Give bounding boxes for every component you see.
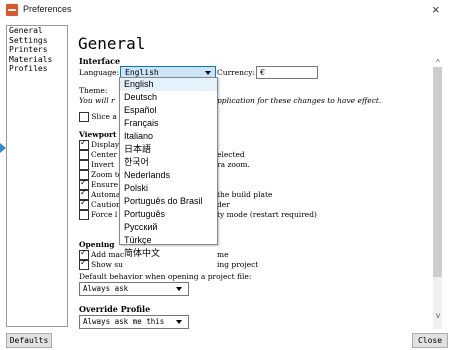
viewport-option-label: Display: [91, 140, 120, 149]
override-heading: Override Profile: [79, 304, 151, 314]
language-option[interactable]: English: [120, 78, 217, 91]
theme-label: Theme:: [79, 86, 108, 95]
chevron-down-icon: [176, 287, 182, 291]
chevron-down-icon: [176, 320, 182, 324]
restart-note-right: pplication for these changes to have eff…: [217, 96, 382, 105]
interface-heading: Interface: [79, 56, 121, 66]
language-option[interactable]: Português: [120, 208, 217, 221]
viewport-option-label: Force l: [91, 210, 118, 219]
viewport-option-label: Zoom to: [91, 170, 123, 179]
window-title: Preferences: [23, 4, 72, 14]
currency-input[interactable]: €: [256, 66, 318, 79]
default-behavior-label: Default behavior when opening a project …: [79, 272, 252, 281]
opening-option-label: Show su: [91, 260, 123, 269]
opening-checkbox[interactable]: [79, 258, 89, 270]
close-button[interactable]: Close: [412, 333, 448, 348]
sidebar-item-profiles[interactable]: Profiles: [7, 64, 67, 74]
viewport-checkbox[interactable]: [79, 198, 89, 210]
override-select[interactable]: Always ask me this: [79, 315, 189, 329]
language-option[interactable]: 한국어: [120, 156, 217, 169]
language-option[interactable]: Français: [120, 117, 217, 130]
slice-checkbox[interactable]: [79, 112, 89, 122]
viewport-option-label: Ensure: [91, 180, 119, 189]
sidebar-item-settings[interactable]: Settings: [7, 36, 67, 46]
close-icon[interactable]: ×: [432, 2, 440, 17]
viewport-option-label: Invert: [91, 160, 115, 169]
viewport-option-label-tail: ra zoom.: [217, 160, 250, 169]
chevron-down-icon: [205, 71, 211, 75]
scroll-down-icon[interactable]: v: [436, 311, 440, 320]
viewport-option: Center: [79, 150, 117, 160]
viewport-option-label-tail: der: [217, 200, 230, 209]
language-option[interactable]: Polski: [120, 182, 217, 195]
viewport-option-label: Center: [91, 150, 118, 159]
viewport-option-label-tail: elected: [217, 150, 245, 159]
override-value: Always ask me this: [83, 317, 165, 326]
sidebar-item-materials[interactable]: Materials: [7, 55, 67, 65]
viewport-option: Caution: [79, 198, 121, 210]
language-option[interactable]: 日本語: [120, 143, 217, 156]
opening-option: Show su: [79, 258, 123, 270]
restart-note-left: You will r: [79, 96, 115, 105]
sidebar-item-printers[interactable]: Printers: [7, 45, 67, 55]
language-option[interactable]: Русский: [120, 221, 217, 234]
viewport-option-label-tail: the build plate: [217, 190, 273, 199]
page-title: General: [78, 34, 146, 53]
language-value: English: [125, 68, 159, 77]
opening-option-label-tail: me: [217, 250, 229, 259]
default-behavior-value: Always ask: [83, 284, 129, 293]
viewport-option: Display: [79, 138, 120, 150]
app-icon: [6, 4, 18, 16]
language-option[interactable]: Português do Brasil: [120, 195, 217, 208]
viewport-option: Invert: [79, 160, 114, 170]
slice-label: Slice a: [91, 112, 117, 121]
language-option[interactable]: Español: [120, 104, 217, 117]
viewport-checkbox[interactable]: [79, 210, 89, 220]
currency-label: Currency:: [217, 68, 255, 77]
sidebar: General Settings Printers Materials Prof…: [6, 25, 68, 327]
viewport-checkbox[interactable]: [79, 138, 89, 150]
slice-option: Slice a: [79, 112, 117, 122]
viewport-checkbox[interactable]: [79, 160, 89, 170]
sidebar-item-general[interactable]: General: [7, 26, 67, 36]
language-option[interactable]: Deutsch: [120, 91, 217, 104]
currency-value: €: [260, 68, 266, 77]
default-behavior-select[interactable]: Always ask: [79, 282, 189, 296]
viewport-option-label-tail: ty mode (restart required): [217, 210, 317, 219]
language-option[interactable]: 简体中文: [120, 247, 217, 260]
language-label: Language:: [79, 68, 120, 77]
language-dropdown: English Deutsch Español Français Italiano 日本語…: [119, 77, 218, 258]
defaults-button[interactable]: Defaults: [6, 333, 52, 348]
scroll-up-icon[interactable]: ^: [436, 58, 440, 67]
viewport-option: Force l: [79, 210, 117, 220]
language-option[interactable]: Italiano: [120, 130, 217, 143]
viewport-checkbox[interactable]: [79, 150, 89, 160]
viewport-option-label: Caution: [91, 200, 121, 209]
language-option[interactable]: Türkçe: [120, 234, 217, 247]
opening-option-label-tail: ing project: [217, 260, 259, 269]
scrollbar-thumb[interactable]: [433, 67, 442, 277]
language-option[interactable]: Nederlands: [120, 169, 217, 182]
